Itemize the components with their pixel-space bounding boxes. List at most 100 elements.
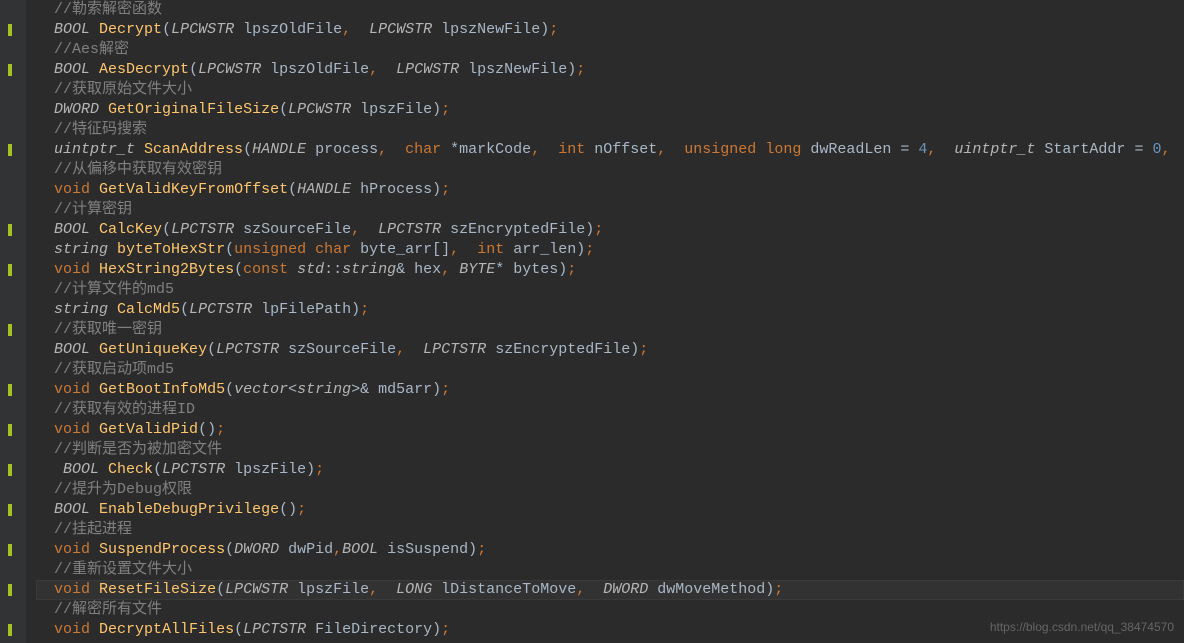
code-token: ) (558, 261, 567, 278)
code-token: BOOL (54, 221, 90, 238)
code-line[interactable]: void SuspendProcess(DWORD dwPid,BOOL isS… (36, 540, 1184, 560)
code-line[interactable]: void ResetFileSize(LPCWSTR lpszFile, LON… (36, 580, 1184, 600)
gutter-line (0, 80, 26, 100)
code-token (90, 61, 99, 78)
code-line[interactable]: //计算文件的md5 (36, 280, 1184, 300)
gutter-line (0, 320, 26, 340)
code-token: GetValidKeyFromOffset (99, 181, 288, 198)
code-token (36, 221, 54, 238)
code-line[interactable]: //计算密钥 (36, 200, 1184, 220)
code-line[interactable]: void GetValidKeyFromOffset(HANDLE hProce… (36, 180, 1184, 200)
code-token: nOffset (585, 141, 657, 158)
code-token: uintptr_t (954, 141, 1035, 158)
code-token (90, 581, 99, 598)
code-line[interactable]: //判断是否为被加密文件 (36, 440, 1184, 460)
code-line[interactable]: string CalcMd5(LPCTSTR lpFilePath); (36, 300, 1184, 320)
code-line[interactable]: //获取原始文件大小 (36, 80, 1184, 100)
code-line[interactable]: void GetValidPid(); (36, 420, 1184, 440)
code-token: LPCTSTR (162, 461, 225, 478)
code-line[interactable]: BOOL CalcKey(LPCTSTR szSourceFile, LPCTS… (36, 220, 1184, 240)
code-token: szEncryptedFile (441, 221, 585, 238)
code-token (90, 501, 99, 518)
code-line[interactable]: void HexString2Bytes(const std::string& … (36, 260, 1184, 280)
code-token: ( (225, 241, 234, 258)
code-token (288, 261, 297, 278)
gutter-line (0, 500, 26, 520)
code-token: ; (441, 101, 450, 118)
code-line[interactable]: BOOL GetUniqueKey(LPCTSTR szSourceFile, … (36, 340, 1184, 360)
code-line[interactable]: //获取启动项md5 (36, 360, 1184, 380)
code-token (36, 61, 54, 78)
code-token (36, 141, 54, 158)
gutter-mark-icon (8, 384, 12, 396)
code-token: ; (297, 501, 306, 518)
code-token: const (243, 261, 288, 278)
code-token (36, 301, 54, 318)
gutter-line (0, 340, 26, 360)
code-token: ( (225, 541, 234, 558)
code-token: //从偏移中获取有效密钥 (54, 161, 222, 178)
code-token: ) (351, 301, 360, 318)
code-token: //重新设置文件大小 (54, 561, 192, 578)
code-line[interactable]: BOOL AesDecrypt(LPCWSTR lpszOldFile, LPC… (36, 60, 1184, 80)
code-token: byteToHexStr (117, 241, 225, 258)
code-token: long (765, 141, 801, 158)
code-line[interactable]: uintptr_t ScanAddress(HANDLE process, ch… (36, 140, 1184, 160)
code-line[interactable]: //勒索解密函数 (36, 0, 1184, 20)
code-token (36, 401, 54, 418)
code-token: GetValidPid (99, 421, 198, 438)
code-token: lpszOldFile (261, 61, 369, 78)
code-line[interactable]: //获取唯一密钥 (36, 320, 1184, 340)
gutter-line (0, 440, 26, 460)
code-token: * bytes (495, 261, 558, 278)
code-token: ) (432, 181, 441, 198)
code-line[interactable]: BOOL Check(LPCTSTR lpszFile); (36, 460, 1184, 480)
code-token: ( (234, 621, 243, 638)
code-token: () (198, 421, 216, 438)
gutter-mark-icon (8, 504, 12, 516)
code-line[interactable]: DWORD GetOriginalFileSize(LPCWSTR lpszFi… (36, 100, 1184, 120)
code-token (36, 581, 54, 598)
code-editor[interactable]: //勒索解密函数 BOOL Decrypt(LPCWSTR lpszOldFil… (0, 0, 1184, 643)
code-token: ( (153, 461, 162, 478)
code-token: CalcMd5 (117, 301, 180, 318)
code-token: Decrypt (99, 21, 162, 38)
gutter-line (0, 240, 26, 260)
code-token (99, 101, 108, 118)
code-token (36, 381, 54, 398)
code-token: //获取唯一密钥 (54, 321, 162, 338)
gutter-line (0, 220, 26, 240)
code-token: DWORD (603, 581, 648, 598)
code-line[interactable]: //重新设置文件大小 (36, 560, 1184, 580)
code-token (108, 241, 117, 258)
code-line[interactable]: //获取有效的进程ID (36, 400, 1184, 420)
code-token: //获取启动项md5 (54, 361, 174, 378)
code-token: lpszOldFile (234, 21, 342, 38)
gutter-line (0, 100, 26, 120)
code-line[interactable]: void GetBootInfoMd5(vector<string>& md5a… (36, 380, 1184, 400)
code-line[interactable]: //从偏移中获取有效密钥 (36, 160, 1184, 180)
gutter-line (0, 120, 26, 140)
code-token: BYTE (459, 261, 495, 278)
code-line[interactable]: string byteToHexStr(unsigned char byte_a… (36, 240, 1184, 260)
gutter-mark-icon (8, 224, 12, 236)
code-token: FileDirectory (306, 621, 432, 638)
code-token: string (297, 381, 351, 398)
code-token: , (441, 261, 450, 278)
code-token: void (54, 381, 90, 398)
code-line[interactable]: //挂起进程 (36, 520, 1184, 540)
code-line[interactable]: //Aes解密 (36, 40, 1184, 60)
code-token: lpszFile (351, 101, 432, 118)
editor-code-area[interactable]: //勒索解密函数 BOOL Decrypt(LPCWSTR lpszOldFil… (26, 0, 1184, 643)
code-line[interactable]: //提升为Debug权限 (36, 480, 1184, 500)
gutter-line (0, 160, 26, 180)
code-token: vector (234, 381, 288, 398)
code-line[interactable]: BOOL EnableDebugPrivilege(); (36, 500, 1184, 520)
code-token (36, 241, 54, 258)
code-line[interactable]: //特征码搜索 (36, 120, 1184, 140)
gutter-mark-icon (8, 544, 12, 556)
code-line[interactable]: BOOL Decrypt(LPCWSTR lpszOldFile, LPCWST… (36, 20, 1184, 40)
gutter-line (0, 60, 26, 80)
code-token: ) (630, 341, 639, 358)
code-token: //计算密钥 (54, 201, 132, 218)
